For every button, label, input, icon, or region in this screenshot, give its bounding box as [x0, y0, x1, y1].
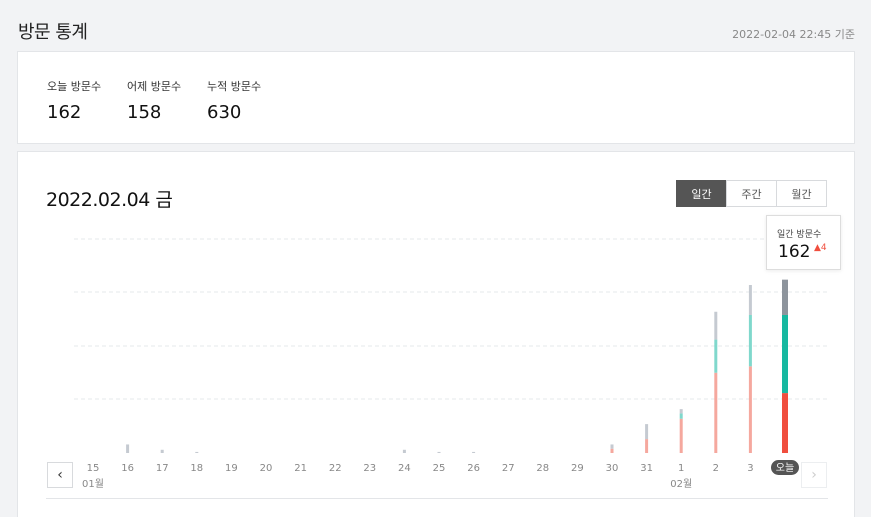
visits-chart: 15 16 17 18 19 20 21 22 23 24 25 26 27 28 29 30 31 1 2 3 오늘0… [74, 238, 828, 490]
x-tick-label: 22 [329, 463, 342, 474]
bar-segment-bottom [679, 418, 683, 453]
bar-segment-top [645, 424, 649, 440]
bar-segment-mid [782, 314, 788, 394]
stat-label: 누적 방문수 [207, 80, 262, 93]
x-tick-label: 30 [606, 463, 619, 474]
bar-segment-top [160, 449, 164, 453]
bar-segment-mid [748, 314, 752, 367]
stat-label: 오늘 방문수 [47, 80, 102, 93]
bar-segment-bottom [782, 393, 788, 453]
bar-segment-top [714, 311, 718, 340]
month-label: 02월 [670, 478, 692, 490]
x-tick-label: 3 [747, 463, 753, 474]
bar-segment-top [610, 444, 614, 449]
x-tick-label: 2 [713, 463, 719, 474]
bar-segment-mid [679, 413, 683, 419]
bar-segment-top [126, 444, 130, 453]
x-tick-label: 16 [121, 463, 134, 474]
divider [46, 498, 828, 499]
stat-value: 158 [127, 102, 162, 123]
bar-segment-top [679, 409, 683, 414]
chevron-right-icon: › [811, 467, 817, 483]
x-tick-label: 23 [363, 463, 376, 474]
x-tick-label: 18 [190, 463, 203, 474]
tooltip-value: 162 [778, 242, 811, 262]
month-label: 01월 [82, 478, 104, 490]
x-tick-label: 21 [294, 463, 307, 474]
x-tick-label: 20 [260, 463, 273, 474]
stat-yesterday: 어제 방문수 158 [127, 78, 181, 123]
timestamp: 2022-02-04 22:45 기준 [732, 28, 855, 41]
tooltip-diff: ▲4 [814, 243, 827, 253]
chart-card: 2022.02.04 금 일간 주간 월간 15 16 17 18 19 20 21 22 23… [17, 151, 855, 517]
x-tick-label: 25 [433, 463, 446, 474]
bar-segment-top [402, 449, 406, 453]
bar-segment-top [195, 451, 199, 453]
x-tick-label: 15 [87, 463, 100, 474]
summary-card: 오늘 방문수 162 어제 방문수 158 누적 방문수 630 [17, 51, 855, 144]
page-title: 방문 통계 [18, 22, 88, 43]
bar-segment-top [437, 451, 441, 453]
x-tick-label: 17 [156, 463, 169, 474]
x-tick-label: 24 [398, 463, 411, 474]
stat-label: 어제 방문수 [127, 80, 182, 93]
x-tick-label: 1 [678, 463, 684, 474]
x-tick-label: 오늘 [776, 462, 794, 474]
bar-segment-mid [714, 339, 718, 373]
bar-segment-bottom [610, 448, 614, 453]
stat-value: 162 [47, 102, 82, 123]
tooltip-title: 일간 방문수 [777, 230, 822, 240]
x-tick-label: 28 [536, 463, 549, 474]
x-tick-label: 19 [225, 463, 238, 474]
x-tick-label: 26 [467, 463, 480, 474]
next-button[interactable]: › [801, 462, 827, 488]
chart-tooltip: 일간 방문수 162 ▲4 [766, 215, 841, 270]
chevron-left-icon: ‹ [57, 467, 63, 483]
x-tick-label: 31 [640, 463, 653, 474]
stat-value: 630 [207, 102, 242, 123]
bar-segment-bottom [748, 366, 752, 453]
bar-segment-bottom [714, 372, 718, 453]
x-tick-label: 29 [571, 463, 584, 474]
x-tick-label: 27 [502, 463, 515, 474]
stat-today: 오늘 방문수 162 [47, 78, 101, 123]
bar-segment-top [472, 451, 476, 453]
prev-button[interactable]: ‹ [47, 462, 73, 488]
bar-segment-top [748, 285, 752, 315]
bar-segment-bottom [645, 439, 649, 453]
stat-total: 누적 방문수 630 [207, 78, 261, 123]
bar-segment-top [782, 279, 788, 315]
